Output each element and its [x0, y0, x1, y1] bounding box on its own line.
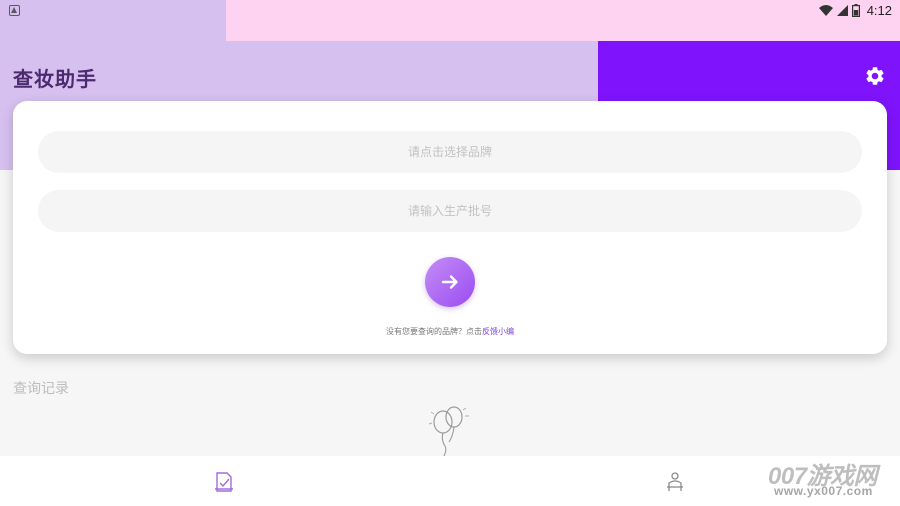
- batch-number-input[interactable]: [38, 190, 862, 232]
- nav-item-home[interactable]: [212, 470, 236, 494]
- feedback-line: 没有您要查询的品牌？点击反馈小编: [13, 326, 887, 337]
- feedback-link[interactable]: 反馈小编: [482, 327, 514, 336]
- balloon-icon: [425, 404, 475, 460]
- submit-query-button[interactable]: [425, 257, 475, 307]
- gear-icon: [866, 67, 884, 85]
- status-bar-left-bg: [0, 0, 226, 41]
- person-icon: [667, 472, 683, 491]
- status-icons: 4:12: [818, 0, 892, 21]
- query-card: 没有您要查询的品牌？点击反馈小编: [13, 101, 887, 354]
- status-time: 4:12: [866, 3, 892, 18]
- settings-button[interactable]: [864, 65, 886, 87]
- bottom-navigation: [0, 456, 900, 506]
- status-bar-right-bg: [226, 0, 900, 41]
- nav-item-mine[interactable]: [663, 470, 687, 494]
- wifi-icon: [818, 5, 833, 16]
- app-title: 查妆助手: [13, 67, 97, 91]
- arrow-right-icon: [441, 275, 458, 289]
- status-bar: 4:12: [0, 0, 900, 41]
- check-document-icon: [215, 472, 233, 492]
- notification-icon: [9, 5, 20, 16]
- signal-icon: [836, 5, 848, 16]
- feedback-text: 没有您要查询的品牌？点击: [386, 327, 482, 336]
- battery-icon: [851, 4, 860, 17]
- history-title: 查询记录: [13, 381, 69, 397]
- brand-select-field[interactable]: [38, 131, 862, 173]
